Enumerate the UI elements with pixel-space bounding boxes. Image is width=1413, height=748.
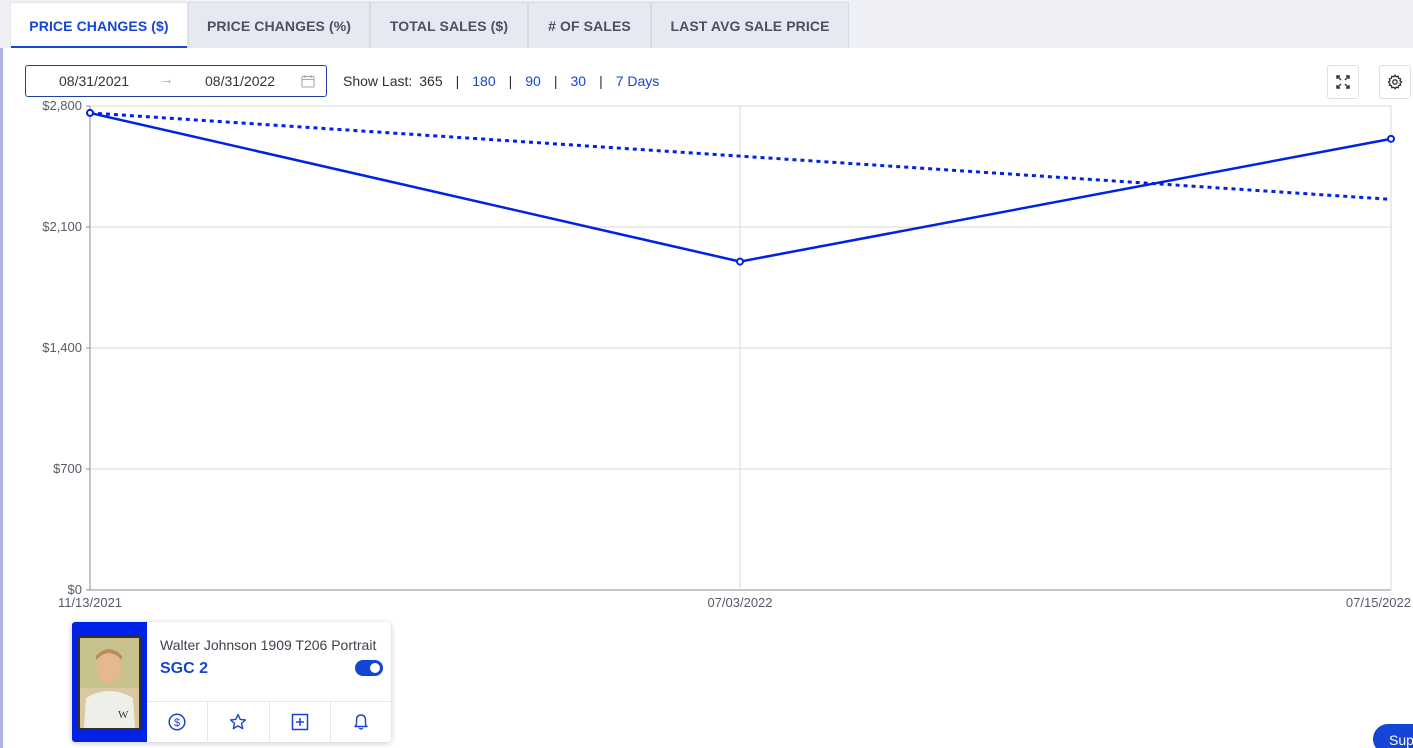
x-axis-labels: 11/13/2021 07/03/2022 07/15/2022: [58, 595, 1411, 610]
y-tick-label: $700: [53, 461, 82, 476]
show-last-7-days[interactable]: 7 Days: [616, 73, 660, 89]
date-range-picker[interactable]: 08/31/2021 → 08/31/2022: [25, 65, 327, 97]
card-title: Walter Johnson 1909 T206 Portrait: [160, 637, 377, 653]
card-thumbnail[interactable]: W: [72, 622, 147, 742]
settings-icon: [1387, 74, 1403, 90]
start-date[interactable]: 08/31/2021: [59, 73, 129, 89]
data-point: [1387, 134, 1395, 143]
fullscreen-icon: [1336, 75, 1350, 89]
separator: |: [599, 73, 603, 89]
show-last-label: Show Last:: [343, 73, 413, 89]
tab-bar: PRICE CHANGES ($) PRICE CHANGES (%) TOTA…: [0, 0, 1413, 48]
tab-price-changes-percent[interactable]: PRICE CHANGES (%): [188, 2, 370, 48]
card-actions: $: [147, 701, 391, 742]
page: PRICE CHANGES ($) PRICE CHANGES (%) TOTA…: [0, 0, 1413, 748]
show-last-30[interactable]: 30: [570, 73, 586, 89]
alert-button[interactable]: [331, 702, 391, 742]
add-to-collection-button[interactable]: [270, 702, 331, 742]
card-grade: SGC 2: [160, 660, 209, 677]
tab-number-of-sales[interactable]: # OF SALES: [528, 2, 651, 48]
price-chart: $0$700$1,400$2,100$2,800 11/13/2021 07/03…: [42, 100, 1411, 610]
price-action-button[interactable]: $: [147, 702, 209, 742]
data-point: [736, 257, 744, 266]
card-tile[interactable]: W Walter Johnson 1909 T206 Portrait SGC …: [72, 622, 391, 742]
card-image: W: [78, 636, 141, 730]
card-visibility-toggle[interactable]: [355, 660, 383, 676]
show-last-current: 365: [419, 73, 443, 89]
tab-total-sales[interactable]: TOTAL SALES ($): [370, 2, 528, 48]
tab-price-changes-dollar[interactable]: PRICE CHANGES ($): [10, 2, 188, 48]
svg-text:W: W: [118, 709, 129, 721]
svg-text:$: $: [174, 717, 180, 729]
range-arrow-icon: →: [159, 71, 174, 88]
y-axis-labels: $0$700$1,400$2,100$2,800: [42, 100, 82, 597]
x-tick-label: 07/15/2022: [1346, 595, 1411, 610]
separator: |: [508, 73, 513, 89]
show-last-180[interactable]: 180: [472, 73, 495, 89]
y-tick-label: $1,400: [42, 340, 82, 355]
show-last-filter: Show Last: 365 | 180 | 90 | 30 | 7 Days: [343, 73, 659, 89]
bell-icon: [354, 714, 368, 730]
chart-grid: [86, 105, 1392, 591]
show-last-90[interactable]: 90: [525, 73, 541, 89]
x-tick-label: 07/03/2022: [707, 595, 772, 610]
support-button[interactable]: Sup: [1373, 724, 1413, 748]
separator: |: [553, 73, 558, 89]
fullscreen-button[interactable]: [1327, 65, 1359, 99]
favorite-button[interactable]: [208, 702, 270, 742]
tab-last-avg-sale-price[interactable]: LAST AVG SALE PRICE: [651, 2, 849, 48]
add-box-icon: [291, 713, 308, 731]
end-date[interactable]: 08/31/2022: [205, 73, 275, 89]
data-point: [86, 108, 94, 117]
settings-button[interactable]: [1379, 65, 1411, 99]
y-tick-label: $2,800: [42, 100, 82, 113]
y-tick-label: $2,100: [42, 219, 82, 234]
star-icon: [230, 713, 247, 730]
x-tick-label: 11/13/2021: [58, 595, 122, 610]
calendar-icon: [301, 75, 315, 88]
dollar-icon: $: [168, 713, 186, 731]
separator: |: [455, 73, 460, 89]
